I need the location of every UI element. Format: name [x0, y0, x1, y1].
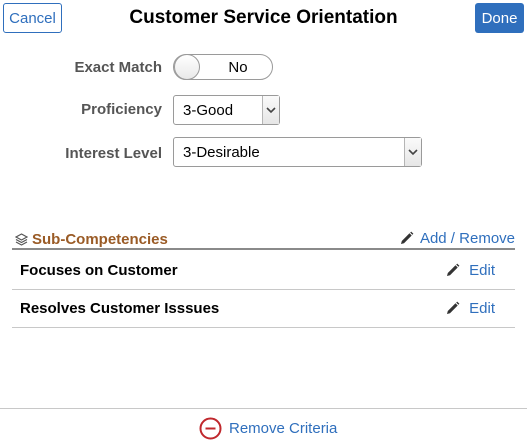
header-bar: Cancel Customer Service Orientation Done [0, 0, 527, 37]
add-remove-label: Add / Remove [419, 230, 515, 247]
remove-criteria-label: Remove Criteria [229, 420, 338, 437]
interest-level-value: 3-Desirable [183, 144, 260, 161]
proficiency-select[interactable]: 3-Good [173, 95, 280, 125]
proficiency-value: 3-Good [183, 102, 234, 119]
interest-level-label: Interest Level [65, 145, 162, 162]
page-title: Customer Service Orientation [129, 7, 398, 28]
interest-level-select[interactable]: 3-Desirable [173, 137, 422, 167]
chevron-down-icon [262, 96, 279, 124]
minus-circle-icon [199, 417, 222, 440]
remove-criteria-button[interactable]: Remove Criteria [199, 417, 337, 440]
edit-link[interactable]: Edit [445, 262, 495, 279]
pencil-icon [400, 231, 414, 244]
proficiency-label: Proficiency [81, 101, 162, 118]
edit-label: Edit [469, 262, 495, 279]
done-button[interactable]: Done [475, 3, 524, 33]
exact-match-toggle[interactable]: No [173, 54, 273, 80]
subcompetency-label: Resolves Customer Isssues [20, 300, 220, 317]
toggle-knob [174, 54, 200, 80]
exact-match-label: Exact Match [74, 59, 162, 76]
pencil-icon [447, 301, 460, 314]
pencil-icon [447, 263, 460, 276]
add-remove-link[interactable]: Add / Remove [399, 230, 515, 247]
section-title: Sub-Competencies [32, 231, 168, 248]
edit-label: Edit [469, 300, 495, 317]
subcompetency-label: Focuses on Customer [20, 262, 178, 279]
list-item: Focuses on Customer Edit [12, 252, 515, 290]
edit-link[interactable]: Edit [445, 300, 495, 317]
footer-bar: Remove Criteria [0, 408, 527, 446]
toggle-value: No [228, 59, 248, 76]
chevron-down-icon [404, 138, 421, 166]
list-item: Resolves Customer Isssues Edit [12, 290, 515, 328]
layers-icon [15, 233, 28, 246]
subcompetencies-header: Sub-Competencies Add / Remove [12, 228, 515, 250]
